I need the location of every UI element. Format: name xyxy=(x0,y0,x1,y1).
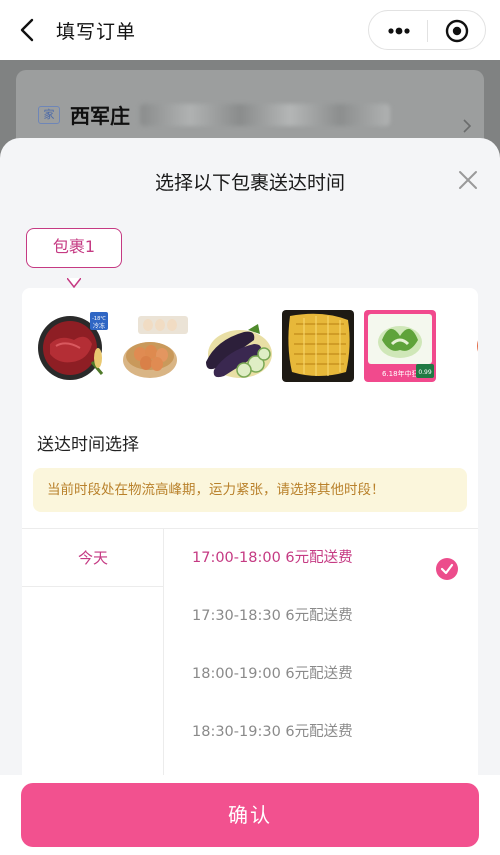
check-circle-icon xyxy=(436,547,458,580)
more-dots-icon[interactable] xyxy=(385,21,413,41)
target-icon[interactable] xyxy=(445,19,469,43)
navigation-bar: 填写订单 xyxy=(0,0,500,60)
chevron-right-icon xyxy=(462,118,472,133)
capsule-divider xyxy=(427,20,428,42)
time-slot[interactable]: 17:30-18:30 6元配送费 xyxy=(192,587,472,645)
package-tab[interactable]: 包裹1 xyxy=(26,228,122,289)
delivery-time-sheet: 选择以下包裹送达时间 包裹1 -18℃ 冷冻 6.18年中狂欢 0.99 送达时… xyxy=(0,138,500,855)
confirm-button[interactable]: 确认 xyxy=(21,783,479,847)
section-title: 送达时间选择 xyxy=(37,435,139,455)
address-text: 西军庄 xyxy=(70,104,130,128)
time-slot[interactable]: 18:00-19:00 6元配送费 xyxy=(192,645,472,703)
bottom-bar: 确认 xyxy=(0,775,500,855)
time-slot-label: 18:30-19:30 6元配送费 xyxy=(192,724,353,740)
package-card: -18℃ 冷冻 6.18年中狂欢 0.99 送达时间选择 当前时段处在物流高峰期… xyxy=(22,288,478,855)
frozen-badge-label: 冷冻 xyxy=(93,322,105,330)
time-slot[interactable]: 17:00-18:00 6元配送费 xyxy=(192,529,472,587)
product-thumb-bok-choy: 6.18年中狂欢 0.99 xyxy=(364,310,436,382)
product-thumb-eggs xyxy=(120,310,192,382)
mini-program-capsule xyxy=(368,10,486,50)
product-thumb-eggplant xyxy=(200,310,272,382)
time-slot-label: 17:00-18:00 6元配送费 xyxy=(192,550,353,566)
product-thumb-partial xyxy=(444,310,478,382)
sheet-title: 选择以下包裹送达时间 xyxy=(154,172,345,194)
address-tag: 家 xyxy=(38,106,60,124)
time-slot-label: 18:00-19:00 6元配送费 xyxy=(192,666,353,682)
page-title: 填写订单 xyxy=(56,21,137,43)
close-icon[interactable] xyxy=(458,170,478,190)
day-item-today[interactable]: 今天 xyxy=(22,529,164,587)
promo-price: 0.99 xyxy=(418,369,432,376)
frozen-badge-temp: -18℃ xyxy=(92,316,106,322)
package-tab-label: 包裹1 xyxy=(52,237,96,256)
time-slot-label: 17:30-18:30 6元配送费 xyxy=(192,608,353,624)
tab-pointer xyxy=(66,265,82,289)
peak-warning: 当前时段处在物流高峰期，运力紧张，请选择其他时段！ xyxy=(33,468,467,512)
product-thumb-beef: -18℃ 冷冻 xyxy=(36,310,108,382)
product-thumb-corn xyxy=(282,310,354,382)
back-arrow-icon[interactable] xyxy=(14,16,42,44)
product-thumbnails[interactable]: -18℃ 冷冻 6.18年中狂欢 0.99 xyxy=(22,310,478,394)
address-blurred-detail xyxy=(140,104,390,126)
time-slot[interactable]: 18:30-19:30 6元配送费 xyxy=(192,703,472,761)
